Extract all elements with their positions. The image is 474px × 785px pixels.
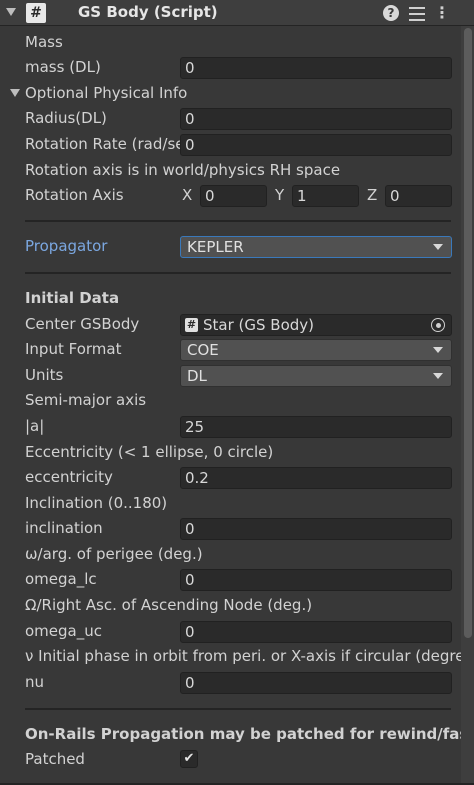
- sma-heading-row: Semi-major axis: [0, 389, 474, 413]
- onrails-heading: On-Rails Propagation may be patched for …: [25, 725, 461, 743]
- checkmark-icon: ✔: [183, 751, 195, 766]
- patched-checkbox[interactable]: ✔: [180, 750, 198, 768]
- units-value: DL: [187, 367, 207, 385]
- mass-label: mass (DL): [25, 58, 101, 76]
- ecc-field[interactable]: 0.2: [180, 467, 452, 489]
- rotation-axis-note-row: Rotation axis is in world/physics RH spa…: [0, 159, 474, 183]
- input-format-label: Input Format: [25, 340, 122, 358]
- rot-y-label: Y: [275, 186, 285, 204]
- ecc-label: eccentricity: [25, 468, 113, 486]
- center-object-field[interactable]: # Star (GS Body): [180, 314, 452, 336]
- rot-z-label: Z: [367, 186, 378, 204]
- omega-lc-row: omega_lc 0: [0, 568, 474, 592]
- radius-label: Radius(DL): [25, 109, 107, 127]
- rotation-rate-field[interactable]: 0: [180, 134, 452, 156]
- rotation-rate-label: Rotation Rate (rad/sec): [25, 135, 181, 153]
- propagator-dropdown[interactable]: KEPLER: [180, 236, 452, 258]
- mass-field[interactable]: 0: [180, 57, 452, 79]
- sma-row: |a| 25: [0, 415, 474, 439]
- optional-physical-foldout[interactable]: Optional Physical Info: [0, 82, 474, 106]
- rotation-rate-row: Rotation Rate (rad/sec) 0: [0, 133, 474, 157]
- rotation-axis-row: Rotation Axis X 0 Y 1 Z 0: [0, 184, 474, 208]
- presets-icon[interactable]: [409, 3, 425, 23]
- sma-label: |a|: [25, 417, 45, 435]
- propagator-label: Propagator: [25, 237, 108, 255]
- script-icon: #: [185, 318, 198, 332]
- omega-lc-heading: ω/arg. of perigee (deg.): [25, 545, 203, 563]
- nu-heading: ν Initial phase in orbit from peri. or X…: [25, 647, 461, 665]
- omega-uc-row: omega_uc 0: [0, 620, 474, 644]
- nu-label: nu: [25, 673, 45, 691]
- radius-field[interactable]: 0: [180, 108, 452, 130]
- inc-row: inclination 0: [0, 517, 474, 541]
- mass-heading-row: Mass: [0, 31, 474, 55]
- omega-lc-field[interactable]: 0: [180, 569, 452, 591]
- propagator-row: Propagator KEPLER: [0, 235, 474, 259]
- rotation-axis-label: Rotation Axis: [25, 186, 124, 204]
- center-label: Center GSBody: [25, 315, 140, 333]
- component-title: GS Body (Script): [78, 3, 218, 21]
- separator: [25, 272, 451, 274]
- nu-row: nu 0: [0, 671, 474, 695]
- object-picker-icon[interactable]: [431, 318, 445, 332]
- script-icon: #: [26, 3, 46, 23]
- scrollbar-thumb[interactable]: [464, 28, 472, 638]
- chevron-down-icon: [433, 373, 443, 379]
- sma-heading: Semi-major axis: [25, 391, 147, 409]
- component-header[interactable]: # GS Body (Script) ? ⋮: [0, 0, 474, 26]
- omega-uc-heading-row: Ω/Right Asc. of Ascending Node (deg.): [0, 594, 474, 618]
- patched-row: Patched ✔: [0, 748, 474, 772]
- patched-label: Patched: [25, 750, 85, 768]
- omega-uc-label: omega_uc: [25, 622, 102, 640]
- omega-lc-heading-row: ω/arg. of perigee (deg.): [0, 543, 474, 567]
- inc-label: inclination: [25, 519, 103, 537]
- separator: [25, 708, 451, 710]
- rot-y-field[interactable]: 1: [292, 185, 359, 207]
- mass-row: mass (DL) 0: [0, 56, 474, 80]
- ecc-heading-row: Eccentricity (< 1 ellipse, 0 circle): [0, 441, 474, 465]
- radius-row: Radius(DL) 0: [0, 107, 474, 131]
- input-format-dropdown[interactable]: COE: [180, 339, 452, 361]
- help-icon[interactable]: ?: [383, 5, 399, 21]
- input-format-row: Input Format COE: [0, 338, 474, 362]
- rot-x-field[interactable]: 0: [200, 185, 267, 207]
- omega-uc-field[interactable]: 0: [180, 621, 452, 643]
- optional-physical-label: Optional Physical Info: [25, 84, 188, 102]
- collapse-arrow-icon[interactable]: [6, 8, 16, 16]
- kebab-menu-icon[interactable]: ⋮: [434, 2, 450, 24]
- omega-lc-label: omega_lc: [25, 570, 97, 588]
- chevron-down-icon: [433, 347, 443, 353]
- inc-heading: Inclination (0..180): [25, 494, 168, 512]
- chevron-down-icon: [433, 244, 443, 250]
- separator: [25, 220, 451, 222]
- nu-heading-row: ν Initial phase in orbit from peri. or X…: [0, 645, 474, 669]
- onrails-heading-row: On-Rails Propagation may be patched for …: [0, 723, 474, 747]
- foldout-arrow-icon[interactable]: [10, 89, 20, 97]
- nu-field[interactable]: 0: [180, 672, 452, 694]
- vertical-scrollbar[interactable]: [461, 26, 474, 785]
- ecc-row: eccentricity 0.2: [0, 466, 474, 490]
- initial-data-heading-row: Initial Data: [0, 287, 474, 311]
- units-dropdown[interactable]: DL: [180, 365, 452, 387]
- rot-z-field[interactable]: 0: [385, 185, 452, 207]
- omega-uc-heading: Ω/Right Asc. of Ascending Node (deg.): [25, 596, 313, 614]
- inc-field[interactable]: 0: [180, 518, 452, 540]
- rotation-axis-note: Rotation axis is in world/physics RH spa…: [25, 161, 341, 179]
- rot-x-label: X: [182, 186, 193, 204]
- input-format-value: COE: [187, 341, 219, 359]
- center-value: Star (GS Body): [203, 316, 315, 334]
- mass-heading: Mass: [25, 33, 63, 51]
- center-row: Center GSBody # Star (GS Body): [0, 313, 474, 337]
- initial-data-heading: Initial Data: [25, 289, 120, 307]
- inc-heading-row: Inclination (0..180): [0, 492, 474, 516]
- ecc-heading: Eccentricity (< 1 ellipse, 0 circle): [25, 443, 274, 461]
- units-row: Units DL: [0, 364, 474, 388]
- units-label: Units: [25, 366, 64, 384]
- sma-field[interactable]: 25: [180, 416, 452, 438]
- propagator-value: KEPLER: [187, 238, 244, 256]
